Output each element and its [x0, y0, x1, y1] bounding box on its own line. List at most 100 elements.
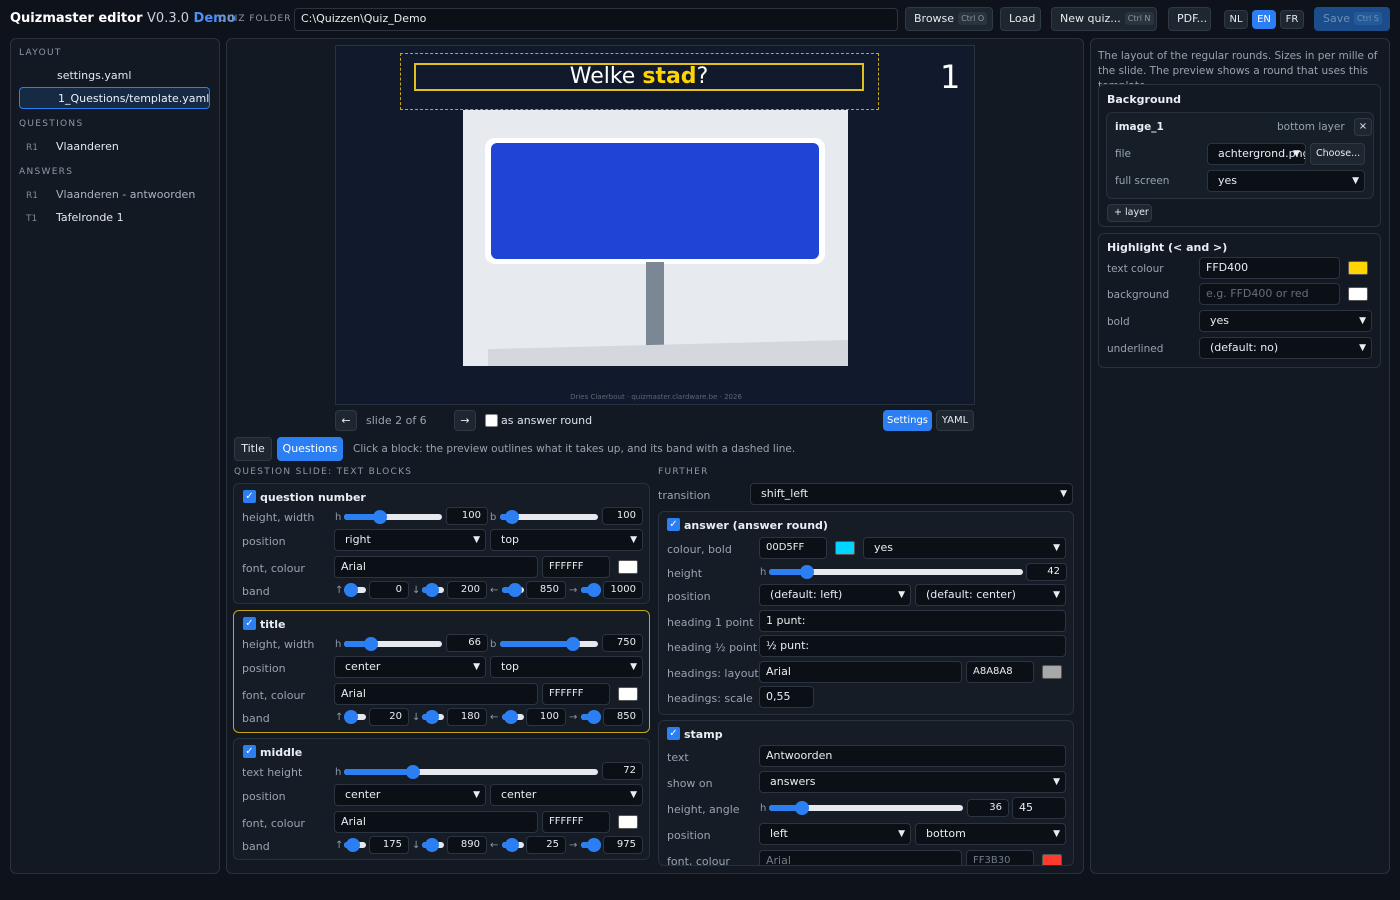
answer-checkbox[interactable]: ✓ [667, 518, 680, 531]
load-button[interactable]: Load [1000, 7, 1041, 31]
width-input[interactable]: 100 [602, 507, 643, 525]
band-top-input[interactable]: 0 [369, 581, 409, 599]
question-number-checkbox[interactable]: ✓ [243, 490, 256, 503]
band-right-input[interactable]: 850 [603, 708, 643, 726]
answer-position-h-select[interactable]: (default: left) ▼ [759, 584, 911, 606]
stamp-height-input[interactable]: 36 [967, 799, 1009, 817]
stamp-text-input[interactable]: Antwoorden [759, 745, 1066, 767]
position-v-select[interactable]: top ▼ [490, 656, 643, 678]
add-layer-button[interactable]: + layer [1107, 204, 1152, 222]
position-h-select[interactable]: right ▼ [334, 529, 486, 551]
band-bottom-input[interactable]: 180 [447, 708, 487, 726]
highlight-bold-select[interactable]: yes ▼ [1199, 310, 1372, 332]
stamp-position-v-select[interactable]: bottom ▼ [915, 823, 1066, 845]
band-right-input[interactable]: 975 [603, 836, 643, 854]
answer-height-input[interactable]: 42 [1026, 563, 1067, 581]
answer-position-v-select[interactable]: (default: center) ▼ [915, 584, 1066, 606]
colour-input[interactable]: FFFFFF [542, 811, 610, 833]
colour-swatch[interactable] [618, 560, 638, 574]
settings-view-button[interactable]: Settings [883, 410, 932, 431]
font-input[interactable]: Arial [334, 683, 538, 705]
band-bottom-input[interactable]: 200 [447, 581, 487, 599]
sidebar-item-answer-t1[interactable]: T1 Tafelronde 1 [26, 211, 124, 224]
stamp-height-slider[interactable] [769, 801, 963, 815]
sidebar-item-template[interactable]: 1_Questions/template.yaml [19, 87, 210, 109]
stamp-colour-input[interactable]: FF3B30 [966, 850, 1034, 865]
folder-path-input[interactable]: C:\Quizzen\Quiz_Demo [294, 8, 898, 31]
stamp-colour-swatch[interactable] [1042, 854, 1062, 865]
highlight-text-colour-swatch[interactable] [1348, 261, 1368, 275]
answer-height-slider[interactable] [769, 565, 1023, 579]
font-input[interactable]: Arial [334, 811, 538, 833]
full-screen-select[interactable]: yes ▼ [1207, 170, 1365, 192]
answer-colour-swatch[interactable] [835, 541, 855, 555]
position-v-select[interactable]: top ▼ [490, 529, 643, 551]
highlight-text-colour-input[interactable]: FFD400 [1199, 257, 1340, 279]
stamp-angle-input[interactable]: 45 [1012, 797, 1066, 819]
title-checkbox[interactable]: ✓ [243, 617, 256, 630]
band-left-input[interactable]: 25 [526, 836, 566, 854]
tab-title[interactable]: Title [234, 437, 272, 461]
headings-colour-swatch[interactable] [1042, 665, 1062, 679]
text-height-slider[interactable] [344, 765, 598, 779]
width-input[interactable]: 750 [602, 634, 643, 652]
colour-input[interactable]: FFFFFF [542, 683, 610, 705]
tab-questions[interactable]: Questions [277, 437, 343, 461]
height-slider[interactable] [344, 510, 442, 524]
sidebar-item-answer-r1[interactable]: R1 Vlaanderen - antwoorden [26, 188, 195, 201]
heading-half-point-input[interactable]: ½ punt: [759, 635, 1066, 657]
highlight-background-input[interactable]: e.g. FFD400 or red [1199, 283, 1340, 305]
band-top-input[interactable]: 175 [369, 836, 409, 854]
band-left-input[interactable]: 100 [526, 708, 566, 726]
heading-1-point-input[interactable]: 1 punt: [759, 610, 1066, 632]
block-question-number: ✓ question number height, width h 100 b … [233, 483, 650, 604]
stamp-checkbox[interactable]: ✓ [667, 727, 680, 740]
headings-colour-input[interactable]: A8A8A8 [966, 661, 1034, 683]
browse-button[interactable]: Browse Ctrl O [905, 7, 993, 31]
stamp-position-h-select[interactable]: left ▼ [759, 823, 911, 845]
sidebar-item-question-r1[interactable]: R1 Vlaanderen [26, 140, 119, 153]
new-quiz-button[interactable]: New quiz... Ctrl N [1051, 7, 1157, 31]
position-h-select[interactable]: center ▼ [334, 656, 486, 678]
width-slider[interactable] [500, 637, 598, 651]
transition-select[interactable]: shift_left ▼ [750, 483, 1073, 505]
next-slide-button[interactable]: → [454, 410, 476, 431]
position-v-select[interactable]: center ▼ [490, 784, 643, 806]
position-h-select[interactable]: center ▼ [334, 784, 486, 806]
colour-swatch[interactable] [618, 815, 638, 829]
height-input[interactable]: 66 [446, 634, 488, 652]
lang-fr-button[interactable]: FR [1280, 10, 1304, 29]
lang-en-button[interactable]: EN [1252, 10, 1276, 29]
highlight-underlined-select[interactable]: (default: no) ▼ [1199, 337, 1372, 359]
save-button[interactable]: Save Ctrl S [1314, 7, 1390, 31]
band-bottom-input[interactable]: 890 [447, 836, 487, 854]
prev-slide-button[interactable]: ← [335, 410, 357, 431]
band-top-input[interactable]: 20 [369, 708, 409, 726]
answer-colour-input[interactable]: 00D5FF [759, 537, 827, 559]
colour-input[interactable]: FFFFFF [542, 556, 610, 578]
band-right-input[interactable]: 1000 [603, 581, 643, 599]
band-left-input[interactable]: 850 [526, 581, 566, 599]
pdf-button[interactable]: PDF... [1168, 7, 1211, 31]
choose-file-button[interactable]: Choose... [1310, 143, 1365, 165]
width-slider[interactable] [500, 510, 598, 524]
colour-swatch[interactable] [618, 687, 638, 701]
middle-checkbox[interactable]: ✓ [243, 745, 256, 758]
text-height-input[interactable]: 72 [602, 762, 643, 780]
answer-bold-select[interactable]: yes ▼ [863, 537, 1066, 559]
answer-round-checkbox[interactable] [485, 414, 498, 427]
remove-layer-button[interactable]: × [1354, 118, 1372, 136]
yaml-view-button[interactable]: YAML [936, 410, 974, 431]
stamp-font-input[interactable]: Arial [759, 850, 962, 865]
lang-nl-button[interactable]: NL [1224, 10, 1248, 29]
height-slider[interactable] [344, 637, 442, 651]
slide-preview[interactable]: Welke stad? 1 Dries Claerbout · quizmast… [335, 45, 975, 405]
headings-font-input[interactable]: Arial [759, 661, 962, 683]
highlight-background-swatch[interactable] [1348, 287, 1368, 301]
stamp-show-select[interactable]: answers ▼ [759, 771, 1066, 793]
sidebar-item-settings[interactable]: settings.yaml [57, 69, 131, 82]
height-input[interactable]: 100 [446, 507, 488, 525]
headings-scale-input[interactable]: 0,55 [759, 686, 814, 708]
background-file-select[interactable]: achtergrond.png ▼ [1207, 143, 1306, 165]
font-input[interactable]: Arial [334, 556, 538, 578]
